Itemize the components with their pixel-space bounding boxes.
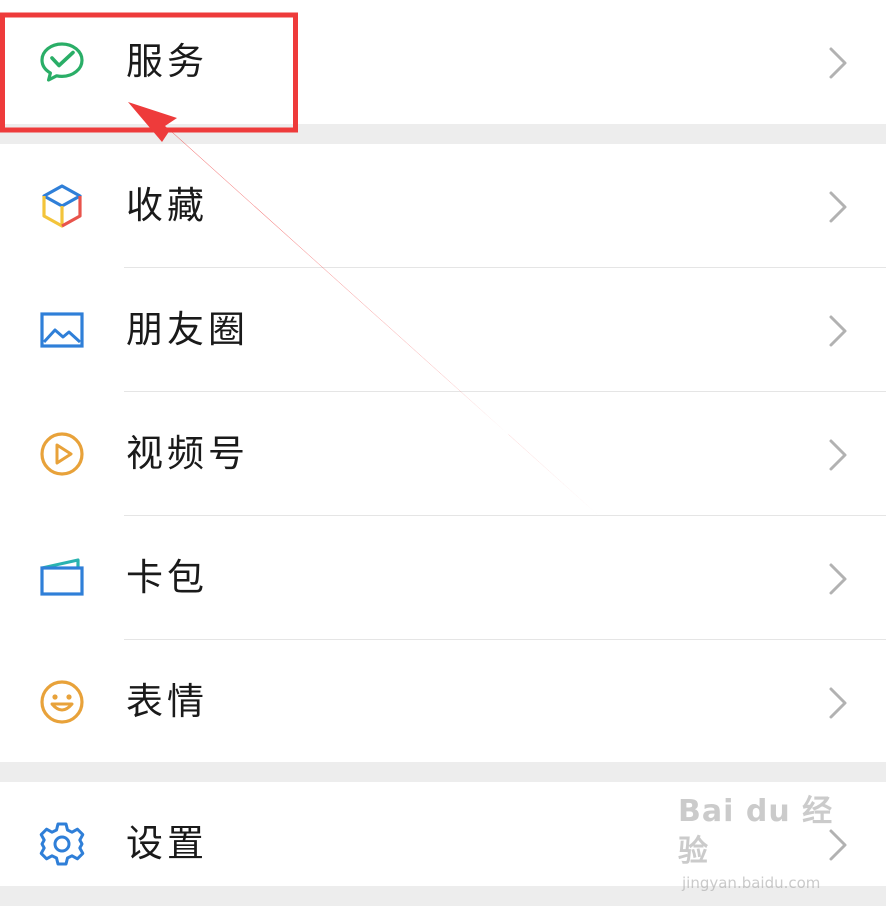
play-icon [38,430,86,478]
menu-item-channels[interactable]: 视频号 [0,392,886,516]
menu-item-stickers[interactable]: 表情 [0,640,886,764]
chevron-right-icon [826,438,850,472]
menu-item-label: 表情 [126,680,208,723]
menu-item-label: 收藏 [126,184,208,227]
chevron-right-icon [826,314,850,348]
watermark: Bai du 经验 jingyan.baidu.com [678,792,858,892]
menu-item-moments[interactable]: 朋友圈 [0,268,886,392]
watermark-logo: Bai du 经验 [678,794,834,869]
wechat-pay-icon [38,38,86,86]
chevron-right-icon [826,562,850,596]
group-main-menu: 收藏 朋友圈 视频号 卡包 表情 [0,144,886,762]
picture-icon [38,306,86,354]
chevron-right-icon [826,190,850,224]
menu-item-services[interactable]: 服务 [0,0,886,124]
menu-item-label: 朋友圈 [126,308,249,351]
gear-icon [38,820,86,868]
cube-icon [38,182,86,230]
chevron-right-icon [826,46,850,80]
menu-item-label: 服务 [126,40,208,83]
wallet-icon [38,554,86,602]
menu-item-label: 设置 [126,822,208,865]
menu-item-label: 卡包 [126,556,208,599]
watermark-url: jingyan.baidu.com [682,874,821,892]
chevron-right-icon [826,686,850,720]
menu-item-cards[interactable]: 卡包 [0,516,886,640]
group-services: 服务 [0,0,886,124]
smile-icon [38,678,86,726]
menu-item-label: 视频号 [126,432,249,475]
menu-item-favorites[interactable]: 收藏 [0,144,886,268]
